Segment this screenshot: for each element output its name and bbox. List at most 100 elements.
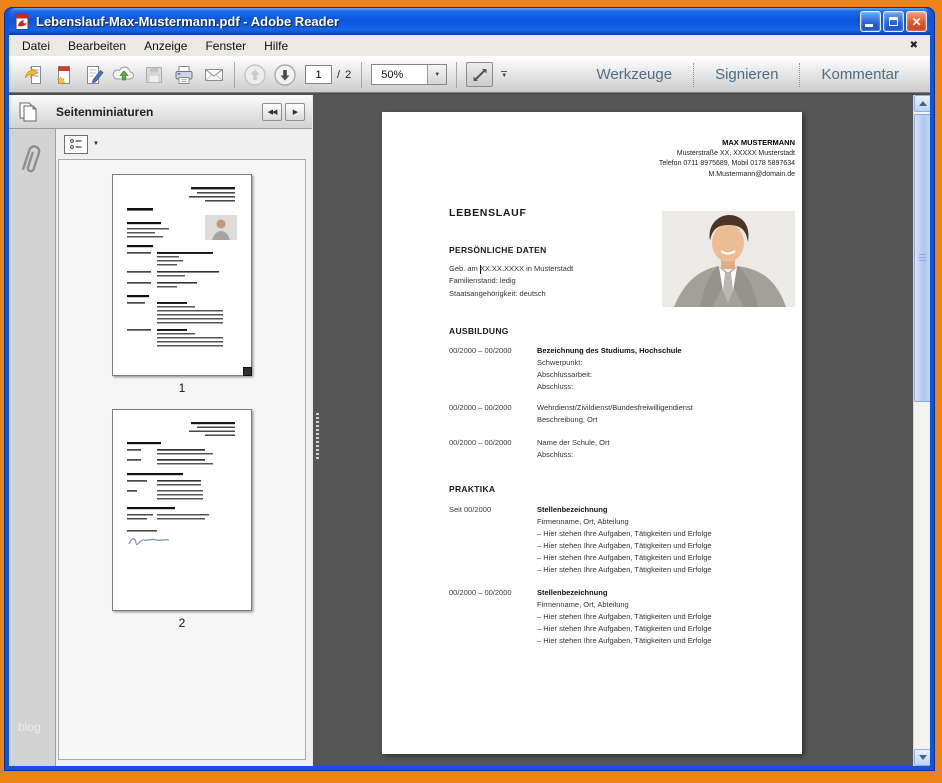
next-page-icon [273, 63, 297, 87]
entry-line: Beschreibung, Ort [537, 414, 693, 426]
scrollbar-grip [919, 254, 926, 262]
pdf-page-1[interactable]: MAX MUSTERMANN Musterstraße XX, XXXXX Mu… [382, 112, 802, 754]
thumbnail-options-button[interactable] [64, 135, 88, 154]
pdf-app-icon [14, 13, 31, 30]
scroll-up-button[interactable] [914, 95, 930, 112]
maximize-icon [889, 17, 898, 26]
thumbnail-list: 1 [58, 159, 306, 760]
entry-date: 00/2000 – 00/2000 [449, 437, 537, 461]
previous-page-icon [243, 63, 267, 87]
fit-page-button[interactable] [466, 62, 493, 87]
entry-bullet: – Hier stehen Ihre Aufgaben, Tätigkeiten… [537, 540, 712, 552]
birth-line: Geb. am XX.XX.XXXX in Musterstadt [449, 263, 573, 275]
save-button[interactable] [139, 61, 169, 89]
page-count-label: / 2 [337, 69, 352, 81]
close-document-icon[interactable]: ✖ [910, 40, 918, 51]
open-file-button[interactable] [19, 61, 49, 89]
family-line: Familienstand: ledig [449, 275, 573, 287]
thumbnail-resize-handle[interactable] [243, 367, 252, 376]
chevron-down-icon[interactable]: ▼ [93, 141, 99, 147]
kommentar-button[interactable]: Kommentar [800, 66, 920, 83]
expand-panel-button[interactable]: ▶ [285, 103, 305, 121]
section-heading-education: AUSBILDUNG [449, 326, 509, 336]
create-pdf-button[interactable] [49, 61, 79, 89]
toolbar-overflow-button[interactable]: ▼ [501, 71, 507, 79]
cv-title: LEBENSLAUF [449, 207, 527, 219]
signieren-button[interactable]: Signieren [694, 66, 799, 83]
splitter-grip[interactable] [316, 413, 319, 459]
entry-subtitle: Firmenname, Ort, Abteilung [537, 599, 712, 611]
content-area: Seitenminiaturen ◀◀ ▶ blog [9, 93, 930, 766]
chevron-down-icon: ▼ [434, 72, 440, 78]
praktika-entry: Seit 00/2000 Stellenbezeichnung Firmenna… [449, 504, 712, 575]
window-title: Lebenslauf-Max-Mustermann.pdf - Adobe Re… [36, 14, 339, 29]
page-1-miniature [113, 175, 251, 375]
menu-hilfe[interactable]: Hilfe [255, 37, 297, 55]
contact-email: M.Mustermann@domain.de [659, 170, 795, 181]
pages-panel-icon [16, 99, 40, 125]
entry-subtitle: Firmenname, Ort, Abteilung [537, 516, 712, 528]
entry-date: 00/2000 – 00/2000 [449, 345, 537, 393]
entry-title: Stellenbezeichnung [537, 587, 712, 599]
menu-bar: Datei Bearbeiten Anzeige Fenster Hilfe ✖ [9, 35, 930, 56]
page-number-input[interactable] [305, 65, 332, 84]
menu-anzeige[interactable]: Anzeige [135, 37, 196, 55]
contact-block: MAX MUSTERMANN Musterstraße XX, XXXXX Mu… [659, 138, 795, 180]
entry-date: 00/2000 – 00/2000 [449, 402, 537, 426]
entry-title: Stellenbezeichnung [537, 504, 712, 516]
scroll-down-button[interactable] [914, 749, 930, 766]
nationality-line: Staatsangehörigkeit: deutsch [449, 288, 573, 300]
contact-phone: Telefon 0711 8975689, Mobil 0178 5897634 [659, 159, 795, 170]
entry-title: Name der Schule, Ort [537, 437, 610, 449]
thumbnail-page-1[interactable]: 1 [112, 174, 252, 395]
education-entry: 00/2000 – 00/2000 Wehrdienst/Zivildienst… [449, 402, 693, 426]
print-button[interactable] [169, 61, 199, 89]
entry-bullet: – Hier stehen Ihre Aufgaben, Tätigkeiten… [537, 528, 712, 540]
email-button[interactable] [199, 61, 229, 89]
cloud-upload-button[interactable] [109, 61, 139, 89]
thumbnail-options-icon [69, 138, 83, 151]
entry-bullet: – Hier stehen Ihre Aufgaben, Tätigkeiten… [537, 564, 712, 576]
collapse-panel-button[interactable]: ◀◀ [262, 103, 282, 121]
entry-bullet: – Hier stehen Ihre Aufgaben, Tätigkeiten… [537, 635, 712, 647]
thumbnail-page-2[interactable]: 2 [112, 409, 252, 630]
scrollbar-thumb[interactable] [914, 114, 930, 402]
education-entry: 00/2000 – 00/2000 Bezeichnung des Studiu… [449, 345, 682, 393]
entry-line: Abschluss: [537, 449, 610, 461]
section-heading-personal: PERSÖNLICHE DATEN [449, 245, 547, 255]
thumbnail-label: 2 [112, 616, 252, 630]
scroll-up-icon [919, 101, 927, 106]
paperclip-icon[interactable] [18, 141, 46, 175]
menu-bearbeiten[interactable]: Bearbeiten [59, 37, 135, 55]
contact-name: MAX MUSTERMANN [659, 138, 795, 149]
zoom-dropdown-button[interactable]: ▼ [427, 65, 446, 84]
thumbnail-label: 1 [112, 381, 252, 395]
zoom-level-select[interactable]: 50% ▼ [371, 64, 447, 85]
toolbar-panels: Werkzeuge Signieren Kommentar [575, 57, 920, 92]
minimize-button[interactable] [860, 11, 881, 32]
portrait-photo [662, 211, 795, 307]
education-entry: 00/2000 – 00/2000 Name der Schule, Ort A… [449, 437, 610, 461]
next-page-button[interactable] [270, 61, 300, 89]
right-arrow-icon: ▶ [293, 108, 297, 116]
menu-datei[interactable]: Datei [13, 37, 59, 55]
entry-date: Seit 00/2000 [449, 504, 537, 575]
vertical-scrollbar[interactable] [913, 95, 930, 766]
entry-line: Abschlussarbeit: [537, 369, 682, 381]
close-button[interactable]: ✕ [906, 11, 927, 32]
menu-fenster[interactable]: Fenster [196, 37, 255, 55]
sign-document-button[interactable] [79, 61, 109, 89]
maximize-button[interactable] [883, 11, 904, 32]
toolbar-separator [456, 62, 457, 88]
window-body: Datei Bearbeiten Anzeige Fenster Hilfe ✖ [9, 35, 930, 766]
personal-data-lines: Geb. am XX.XX.XXXX in Musterstadt Famili… [449, 263, 573, 300]
previous-page-button[interactable] [240, 61, 270, 89]
werkzeuge-button[interactable]: Werkzeuge [575, 66, 693, 83]
thumbnails-panel: ▼ [56, 129, 312, 766]
print-icon [172, 63, 196, 87]
page-2-preview [112, 409, 252, 611]
panel-splitter[interactable] [312, 95, 320, 766]
cloud-upload-icon [112, 63, 136, 87]
entry-line: Schwerpunkt: [537, 357, 682, 369]
entry-bullet: – Hier stehen Ihre Aufgaben, Tätigkeiten… [537, 623, 712, 635]
